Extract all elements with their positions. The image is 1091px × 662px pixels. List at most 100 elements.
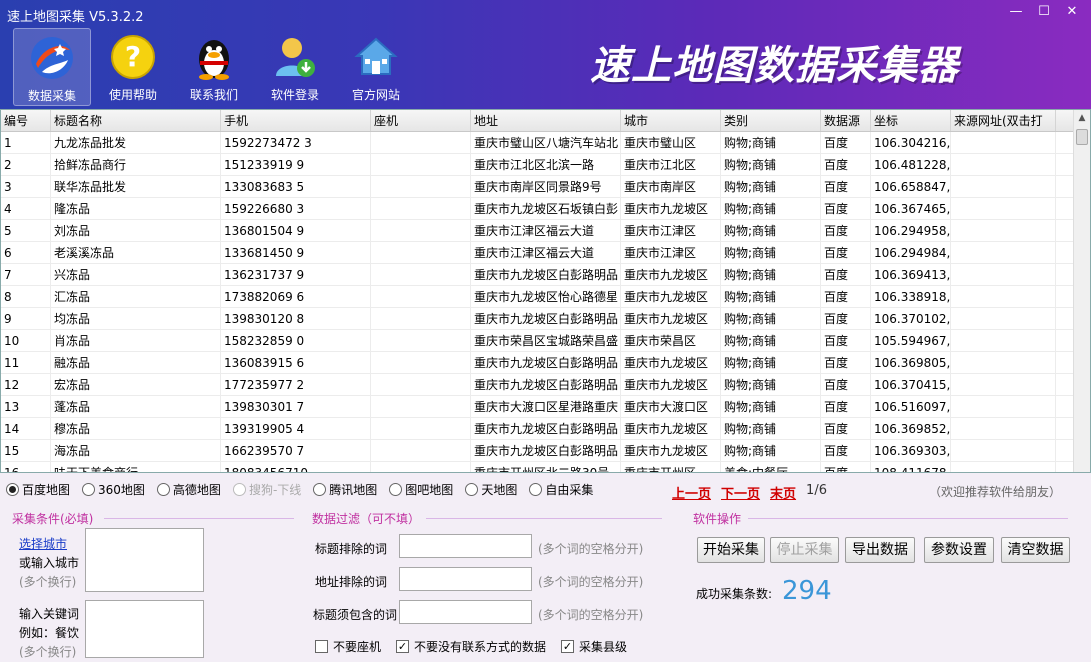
table-cell[interactable]: 百度 — [821, 154, 871, 175]
table-cell[interactable]: 2 — [1, 154, 51, 175]
table-cell[interactable] — [371, 396, 471, 417]
table-cell[interactable]: 重庆市荣昌区宝城路荣昌盛 — [471, 330, 621, 351]
table-cell[interactable]: 百度 — [821, 308, 871, 329]
table-cell[interactable]: 重庆市江津区 — [621, 242, 721, 263]
radio-dot-icon[interactable] — [82, 482, 96, 496]
table-cell[interactable]: 重庆市九龙坡区白彭路明品 — [471, 374, 621, 395]
table-cell[interactable] — [371, 462, 471, 472]
table-cell[interactable]: 15 — [1, 440, 51, 461]
table-cell[interactable]: 136083915 6 — [221, 352, 371, 373]
table-cell[interactable] — [371, 264, 471, 285]
column-header[interactable]: 坐标 — [871, 110, 951, 131]
table-cell[interactable] — [951, 176, 1056, 197]
map-source-radio[interactable]: 腾讯地图 — [313, 481, 377, 498]
table-cell[interactable]: 12 — [1, 374, 51, 395]
close-button[interactable]: ✕ — [1059, 2, 1085, 22]
table-cell[interactable]: 购物;商铺 — [721, 440, 821, 461]
table-cell[interactable] — [371, 308, 471, 329]
table-cell[interactable]: 18083456710 — [221, 462, 371, 472]
check-icon[interactable]: ✓ — [396, 640, 409, 653]
table-row[interactable]: 6 老溪溪冻品 133681450 9 重庆市江津区福云大道 重庆市江津区 购物;商铺 百度… — [1, 242, 1090, 264]
table-cell[interactable]: 6 — [1, 242, 51, 263]
table-cell[interactable]: 106.481228,29 — [871, 154, 951, 175]
table-cell[interactable]: 重庆市九龙坡区石坂镇白彭 — [471, 198, 621, 219]
table-cell[interactable]: 购物;商铺 — [721, 154, 821, 175]
table-cell[interactable]: 百度 — [821, 352, 871, 373]
table-cell[interactable]: 隆冻品 — [51, 198, 221, 219]
table-cell[interactable]: 重庆市九龙坡区 — [621, 352, 721, 373]
table-row[interactable]: 2 拾鲜冻品商行 151233919 9 重庆市江北区北滨一路 重庆市江北区 购物;商铺百… — [1, 154, 1090, 176]
table-cell[interactable] — [951, 264, 1056, 285]
toolbar-website-button[interactable]: 官方网站 — [337, 28, 415, 106]
table-cell[interactable]: 8 — [1, 286, 51, 307]
table-cell[interactable]: 139830301 7 — [221, 396, 371, 417]
table-cell[interactable]: 穆冻品 — [51, 418, 221, 439]
table-cell[interactable]: 重庆市九龙坡区 — [621, 308, 721, 329]
table-cell[interactable]: 百度 — [821, 462, 871, 472]
table-cell[interactable]: 133083683 5 — [221, 176, 371, 197]
table-row[interactable]: 10 肖冻品 158232859 0 重庆市荣昌区宝城路荣昌盛 重庆市荣昌区 购物;商铺百… — [1, 330, 1090, 352]
column-header[interactable]: 类别 — [721, 110, 821, 131]
table-cell[interactable]: 购物;商铺 — [721, 132, 821, 153]
map-source-radio[interactable]: 天地图 — [465, 481, 517, 498]
table-cell[interactable]: 106.369852,29 — [871, 418, 951, 439]
table-cell[interactable]: 106.304216,29 — [871, 132, 951, 153]
table-cell[interactable]: 重庆市璧山区八塘汽车站北 — [471, 132, 621, 153]
table-cell[interactable] — [371, 198, 471, 219]
table-cell[interactable]: 14 — [1, 418, 51, 439]
column-header[interactable]: 数据源 — [821, 110, 871, 131]
table-cell[interactable]: 购物;商铺 — [721, 374, 821, 395]
table-cell[interactable]: 10 — [1, 330, 51, 351]
table-cell[interactable]: 13 — [1, 396, 51, 417]
table-cell[interactable]: 重庆市江北区 — [621, 154, 721, 175]
table-cell[interactable]: 刘冻品 — [51, 220, 221, 241]
map-source-radio[interactable]: 图吧地图 — [389, 481, 453, 498]
table-cell[interactable]: 重庆市九龙坡区 — [621, 374, 721, 395]
table-cell[interactable]: 106.294958,29 — [871, 220, 951, 241]
table-cell[interactable]: 九龙冻品批发 — [51, 132, 221, 153]
table-cell[interactable]: 106.369413,29 — [871, 264, 951, 285]
table-row[interactable]: 14 穆冻品 139319905 4 重庆市九龙坡区白彭路明品 重庆市九龙坡区 购物;商铺… — [1, 418, 1090, 440]
map-source-radio[interactable]: 高德地图 — [156, 481, 221, 498]
table-cell[interactable]: 购物;商铺 — [721, 264, 821, 285]
table-cell[interactable]: 105.594967,29 — [871, 330, 951, 351]
table-cell[interactable]: 购物;商铺 — [721, 396, 821, 417]
map-source-radio[interactable]: 360地图 — [82, 481, 145, 498]
table-cell[interactable]: 百度 — [821, 440, 871, 461]
table-cell[interactable]: 151233919 9 — [221, 154, 371, 175]
table-cell[interactable]: 重庆市九龙坡区白彭路明品 — [471, 352, 621, 373]
table-cell[interactable]: 百度 — [821, 418, 871, 439]
table-cell[interactable]: 106.369303,29 — [871, 440, 951, 461]
radio-dot-icon[interactable] — [6, 482, 19, 496]
table-cell[interactable]: 5 — [1, 220, 51, 241]
toolbar-login-button[interactable]: 软件登录 — [256, 28, 334, 106]
table-cell[interactable] — [951, 396, 1056, 417]
table-cell[interactable]: 味天下美食商行 — [51, 462, 221, 472]
table-cell[interactable]: 9 — [1, 308, 51, 329]
table-cell[interactable]: 重庆市江北区北滨一路 — [471, 154, 621, 175]
toolbar-data-collect-button[interactable]: 数据采集 — [13, 28, 91, 106]
title-include-input[interactable] — [399, 600, 532, 624]
table-cell[interactable]: 百度 — [821, 176, 871, 197]
table-cell[interactable] — [951, 308, 1056, 329]
table-cell[interactable]: 购物;商铺 — [721, 352, 821, 373]
table-cell[interactable]: 重庆市大渡口区星港路重庆 — [471, 396, 621, 417]
results-grid[interactable]: 编号 标题名称 手机 座机 地址 城市 类别 数据源 坐标 来源网址(双击打 1… — [0, 109, 1091, 473]
table-cell[interactable] — [371, 286, 471, 307]
table-cell[interactable]: 106.658847,29 — [871, 176, 951, 197]
table-cell[interactable] — [371, 330, 471, 351]
no-contact-checkbox[interactable]: ✓ 不要没有联系方式的数据 — [396, 638, 546, 655]
table-cell[interactable]: 106.370415,29 — [871, 374, 951, 395]
table-cell[interactable]: 159226680 3 — [221, 198, 371, 219]
table-cell[interactable]: 购物;商铺 — [721, 308, 821, 329]
table-cell[interactable]: 7 — [1, 264, 51, 285]
table-cell[interactable]: 106.370102,29 — [871, 308, 951, 329]
table-row[interactable]: 8 汇冻品 173882069 6 重庆市九龙坡区怡心路德星 重庆市九龙坡区 购物;商铺百… — [1, 286, 1090, 308]
table-cell[interactable] — [951, 242, 1056, 263]
keyword-textarea[interactable] — [85, 600, 204, 658]
table-cell[interactable]: 购物;商铺 — [721, 176, 821, 197]
table-cell[interactable] — [371, 176, 471, 197]
vertical-scrollbar[interactable]: ▲ — [1073, 110, 1090, 472]
table-cell[interactable]: 4 — [1, 198, 51, 219]
table-cell[interactable]: 158232859 0 — [221, 330, 371, 351]
